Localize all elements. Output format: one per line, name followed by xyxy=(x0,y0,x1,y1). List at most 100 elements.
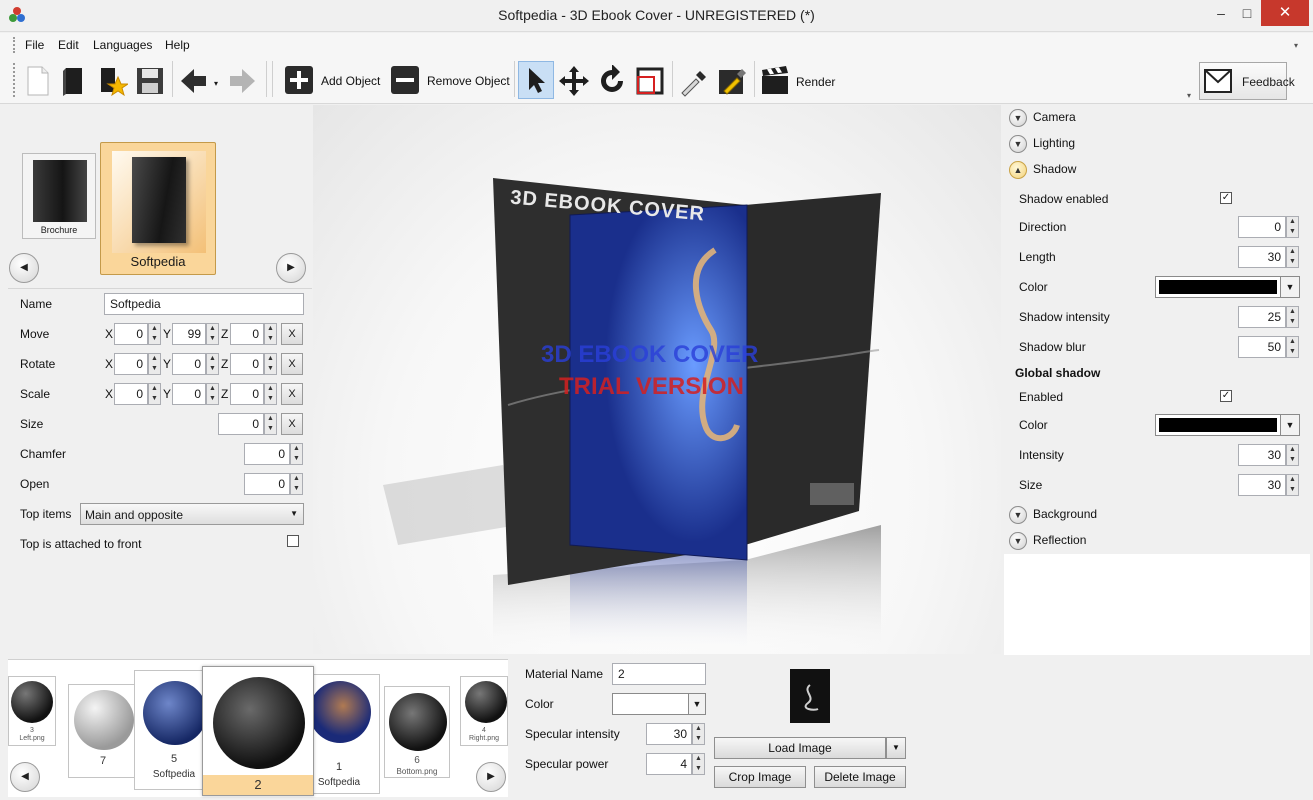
move-x-input[interactable]: 0 xyxy=(114,323,148,345)
rotate-z-input[interactable]: 0 xyxy=(230,353,264,375)
global-size-spinner[interactable]: ▲ ▼ xyxy=(1286,474,1299,496)
size-input[interactable]: 0 xyxy=(218,413,264,435)
material-thumb-selected[interactable]: 2 xyxy=(202,666,314,796)
global-intensity-spinner[interactable]: ▲ ▼ xyxy=(1286,444,1299,466)
save-icon[interactable] xyxy=(134,65,166,97)
direction-input[interactable]: 0 xyxy=(1238,216,1286,238)
scale-x-spinner[interactable]: ▲ ▼ xyxy=(148,383,161,405)
scale-z-input[interactable]: 0 xyxy=(230,383,264,405)
chamfer-input[interactable]: 0 xyxy=(244,443,290,465)
size-reset-button[interactable]: X xyxy=(281,413,303,435)
specular-intensity-input[interactable]: 30 xyxy=(646,723,692,745)
size-spinner[interactable]: ▲ ▼ xyxy=(264,413,277,435)
global-intensity-input[interactable]: 30 xyxy=(1238,444,1286,466)
rotate-x-input[interactable]: 0 xyxy=(114,353,148,375)
shadow-color-picker[interactable]: ▼ xyxy=(1155,276,1300,298)
3d-viewport[interactable]: 3D EBOOK COVER 3D EBOOK COVER TRIAL VERS… xyxy=(313,105,1001,654)
global-color-picker[interactable]: ▼ xyxy=(1155,414,1300,436)
open-input[interactable]: 0 xyxy=(244,473,290,495)
length-input[interactable]: 30 xyxy=(1238,246,1286,268)
move-z-input[interactable]: 0 xyxy=(230,323,264,345)
section-shadow[interactable]: ▲ Shadow xyxy=(1004,157,1310,183)
global-enabled-checkbox[interactable]: ✓ xyxy=(1220,390,1232,402)
minimize-button[interactable]: – xyxy=(1208,0,1234,26)
render-button[interactable]: Render xyxy=(758,61,848,99)
rotate-x-spinner[interactable]: ▲ ▼ xyxy=(148,353,161,375)
top-items-select[interactable]: Main and opposite ▼ xyxy=(80,503,304,525)
shadow-blur-spinner[interactable]: ▲ ▼ xyxy=(1286,336,1299,358)
feedback-button[interactable]: Feedback xyxy=(1199,62,1295,100)
scale-y-spinner[interactable]: ▲ ▼ xyxy=(206,383,219,405)
move-reset-button[interactable]: X xyxy=(281,323,303,345)
load-image-dropdown[interactable]: ▼ xyxy=(886,737,906,759)
specular-power-spinner[interactable]: ▲ ▼ xyxy=(692,753,705,775)
material-thumb[interactable]: 6 Bottom.png xyxy=(384,686,450,778)
select-tool-button[interactable] xyxy=(518,61,554,99)
menu-languages[interactable]: Languages xyxy=(90,36,155,54)
top-attached-checkbox[interactable] xyxy=(287,535,299,547)
direction-spinner[interactable]: ▲ ▼ xyxy=(1286,216,1299,238)
name-input[interactable]: Softpedia xyxy=(104,293,304,315)
section-background[interactable]: ▼ Background xyxy=(1004,502,1310,528)
crop-image-button[interactable]: Crop Image xyxy=(714,766,806,788)
crop-frame-icon[interactable] xyxy=(634,65,666,97)
shadow-intensity-input[interactable]: 25 xyxy=(1238,306,1286,328)
back-arrow-icon[interactable] xyxy=(178,65,210,97)
favorite-star-icon[interactable] xyxy=(96,65,128,97)
remove-object-button[interactable]: Remove Object xyxy=(388,61,514,99)
new-page-icon[interactable] xyxy=(22,65,54,97)
specular-intensity-spinner[interactable]: ▲ ▼ xyxy=(692,723,705,745)
maximize-button[interactable]: □ xyxy=(1234,0,1260,26)
template-thumb-softpedia[interactable]: Softpedia xyxy=(100,142,216,275)
shadow-intensity-spinner[interactable]: ▲ ▼ xyxy=(1286,306,1299,328)
material-name-input[interactable]: 2 xyxy=(612,663,706,685)
eyedropper-icon[interactable] xyxy=(678,65,710,97)
open-spinner[interactable]: ▲ ▼ xyxy=(290,473,303,495)
rotate-y-spinner[interactable]: ▲ ▼ xyxy=(206,353,219,375)
materials-next-button[interactable]: ▶ xyxy=(476,762,506,792)
move-arrows-icon[interactable] xyxy=(558,65,590,97)
section-reflection[interactable]: ▼ Reflection xyxy=(1004,528,1310,554)
material-thumb[interactable]: 7 xyxy=(68,684,138,778)
section-lighting[interactable]: ▼ Lighting xyxy=(1004,131,1310,157)
scale-reset-button[interactable]: X xyxy=(281,383,303,405)
length-spinner[interactable]: ▲ ▼ xyxy=(1286,246,1299,268)
rotate-icon[interactable] xyxy=(596,65,628,97)
material-color-picker[interactable]: ▼ xyxy=(612,693,706,715)
color-picker-icon[interactable] xyxy=(716,65,748,97)
delete-image-button[interactable]: Delete Image xyxy=(814,766,906,788)
menu-help[interactable]: Help xyxy=(162,36,193,54)
template-label: Softpedia xyxy=(130,254,186,269)
rotate-y-input[interactable]: 0 xyxy=(172,353,206,375)
close-button[interactable]: ✕ xyxy=(1261,0,1309,26)
move-x-spinner[interactable]: ▲ ▼ xyxy=(148,323,161,345)
materials-prev-button[interactable]: ◀ xyxy=(10,762,40,792)
material-thumb[interactable]: 4 Right.png xyxy=(460,676,508,746)
scale-x-input[interactable]: 0 xyxy=(114,383,148,405)
section-camera[interactable]: ▼ Camera xyxy=(1004,105,1310,131)
shadow-enabled-checkbox[interactable]: ✓ xyxy=(1220,192,1232,204)
rotate-reset-button[interactable]: X xyxy=(281,353,303,375)
material-thumb[interactable]: 3 Left.png xyxy=(8,676,56,746)
history-dropdown-icon[interactable]: ▾ xyxy=(214,79,218,88)
move-y-spinner[interactable]: ▲ ▼ xyxy=(206,323,219,345)
global-size-input[interactable]: 30 xyxy=(1238,474,1286,496)
menu-overflow-icon[interactable]: ▾ xyxy=(1294,41,1298,50)
toolbar-overflow-icon[interactable]: ▾ xyxy=(1187,91,1191,100)
chamfer-spinner[interactable]: ▲ ▼ xyxy=(290,443,303,465)
specular-power-input[interactable]: 4 xyxy=(646,753,692,775)
menu-file[interactable]: File xyxy=(22,36,47,54)
forward-arrow-icon[interactable] xyxy=(226,65,258,97)
templates-prev-button[interactable]: ◀ xyxy=(9,253,39,283)
book-icon[interactable] xyxy=(58,65,90,97)
load-image-button[interactable]: Load Image xyxy=(714,737,886,759)
scale-y-input[interactable]: 0 xyxy=(172,383,206,405)
menu-edit[interactable]: Edit xyxy=(55,36,82,54)
move-y-input[interactable]: 99 xyxy=(172,323,206,345)
rotate-z-spinner[interactable]: ▲ ▼ xyxy=(264,353,277,375)
move-z-spinner[interactable]: ▲ ▼ xyxy=(264,323,277,345)
scale-z-spinner[interactable]: ▲ ▼ xyxy=(264,383,277,405)
template-thumb-brochure[interactable]: Brochure xyxy=(22,153,96,239)
shadow-blur-input[interactable]: 50 xyxy=(1238,336,1286,358)
templates-next-button[interactable]: ▶ xyxy=(276,253,306,283)
